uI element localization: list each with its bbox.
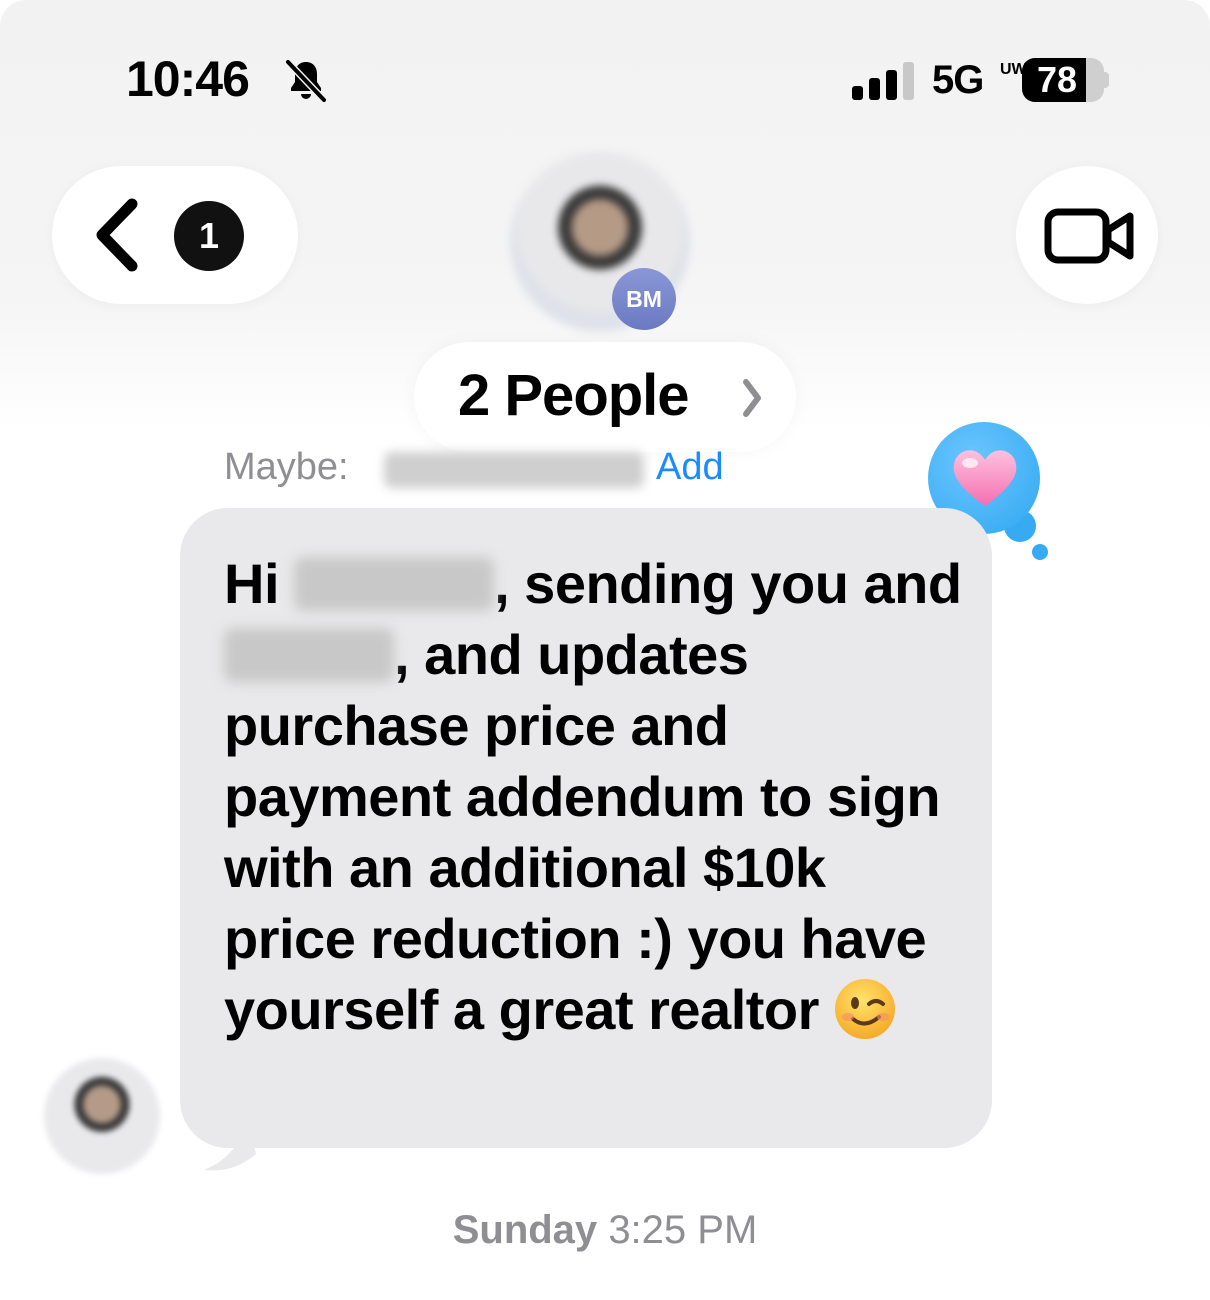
add-contact-link[interactable]: Add (656, 446, 724, 489)
maybe-label: Maybe: (224, 446, 349, 488)
battery-nub (1103, 72, 1109, 88)
message-timestamp: Sunday 3:25 PM (0, 1208, 1210, 1253)
message-text-part: , sending you and (494, 552, 962, 615)
back-button[interactable]: 1 (52, 166, 298, 304)
blurred-recipient-name (294, 557, 495, 612)
signal-icon (852, 62, 914, 100)
timestamp-time: 3:25 PM (608, 1208, 758, 1252)
messages-screen: 10:46 5G UW 78 1 BM 2 People Maybe: Add … (0, 0, 1210, 1300)
status-time: 10:46 (126, 51, 250, 107)
heart-icon (953, 450, 1017, 506)
back-chevron-icon (96, 198, 138, 272)
video-camera-icon (1044, 208, 1134, 264)
bell-slash-icon (285, 59, 327, 103)
facetime-video-button[interactable] (1016, 166, 1158, 304)
chevron-right-icon (743, 379, 761, 417)
blurred-recipient-name (224, 628, 394, 683)
winking-face-emoji (834, 979, 895, 1040)
blurred-contact-name (384, 452, 644, 488)
message-text: Hi , sending you and , and updates purch… (224, 548, 964, 1045)
initials-avatar: BM (612, 268, 676, 330)
tapback-tail-dot (1032, 544, 1048, 560)
conversation-title: 2 People (458, 363, 690, 428)
unread-count-badge: 1 (174, 201, 244, 271)
battery-icon: 78 (1022, 58, 1104, 102)
bubble-tail (204, 1110, 256, 1171)
timestamp-day: Sunday (452, 1208, 598, 1252)
conversation-details-button[interactable]: 2 People (414, 342, 796, 452)
battery-percent: 78 (1036, 59, 1078, 100)
sender-avatar[interactable] (44, 1058, 160, 1174)
network-type: 5G (932, 58, 984, 102)
maybe-contact-row: Maybe: Add (224, 446, 724, 492)
message-text-part: Hi (224, 552, 295, 615)
